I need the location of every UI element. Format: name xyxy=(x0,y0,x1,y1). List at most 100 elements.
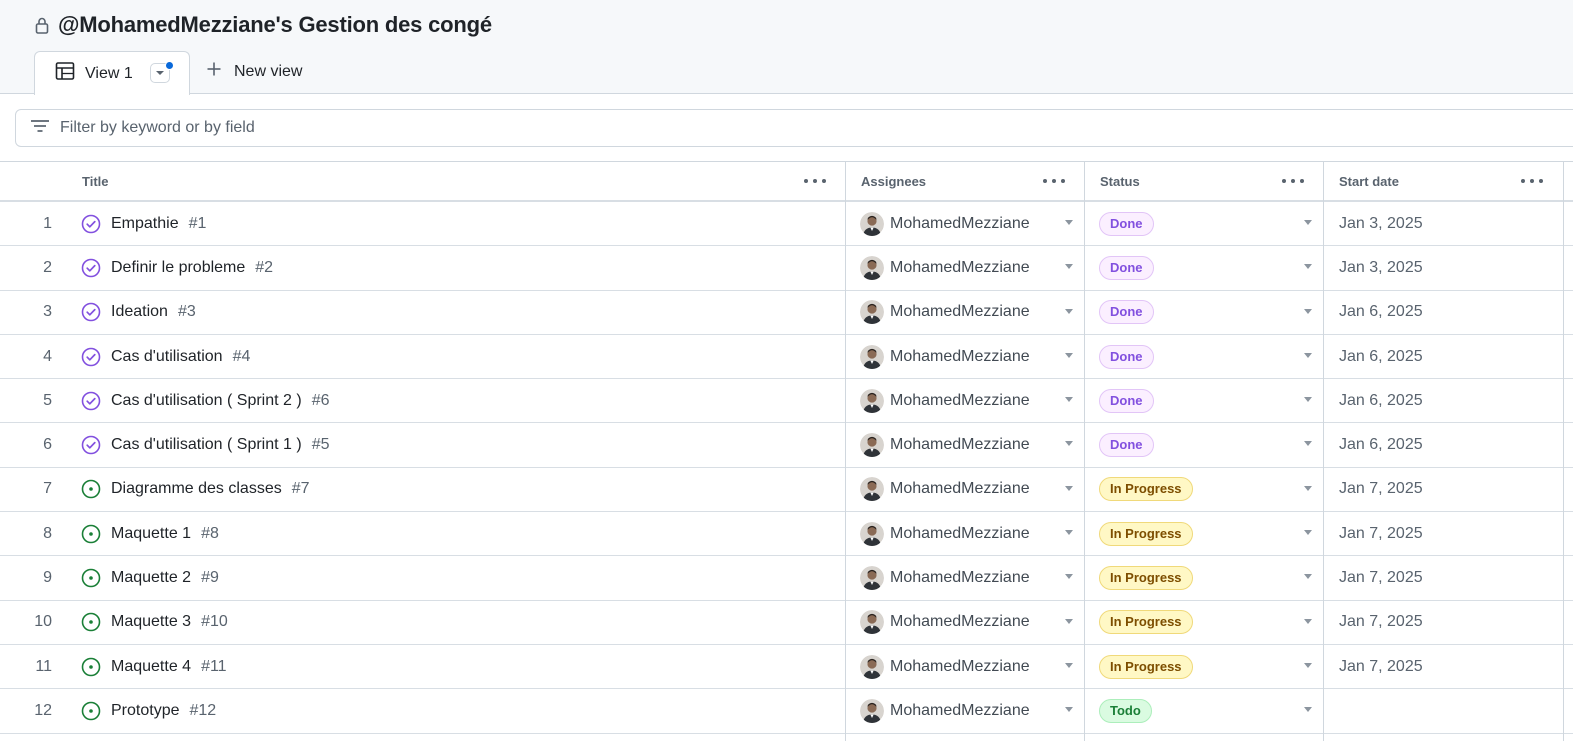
column-header-start-date[interactable]: Start date xyxy=(1339,162,1399,200)
assignee-dropdown-icon[interactable] xyxy=(1065,352,1073,358)
status-cell[interactable]: Done xyxy=(1099,202,1154,245)
start-date-cell[interactable]: Jan 3, 2025 xyxy=(1339,202,1423,245)
status-cell[interactable]: Todo xyxy=(1099,689,1152,732)
table-row[interactable]: 11 Maquette 4 #11 MohamedMezziane In Progres… xyxy=(0,645,1573,690)
status-cell[interactable]: In Progress xyxy=(1099,645,1193,688)
assignee-dropdown-icon[interactable] xyxy=(1065,264,1073,270)
column-header-status[interactable]: Status xyxy=(1100,162,1140,200)
start-date-cell[interactable]: Jan 6, 2025 xyxy=(1339,291,1423,334)
issue-title-link[interactable]: Prototype xyxy=(111,702,179,720)
assignee-dropdown-icon[interactable] xyxy=(1065,618,1073,624)
table-row[interactable]: 7 Diagramme des classes #7 MohamedMezziane I… xyxy=(0,468,1573,513)
status-dropdown-icon[interactable] xyxy=(1304,352,1312,358)
column-divider[interactable] xyxy=(1563,162,1564,741)
issue-title-link[interactable]: Cas d'utilisation ( Sprint 2 ) xyxy=(111,392,302,410)
status-dropdown-icon[interactable] xyxy=(1304,220,1312,225)
assignee-dropdown-icon[interactable] xyxy=(1065,530,1073,536)
issue-title-link[interactable]: Cas d'utilisation ( Sprint 1 ) xyxy=(111,436,302,454)
table-row[interactable]: 5 Cas d'utilisation ( Sprint 2 ) #6 Mohamed… xyxy=(0,379,1573,424)
status-cell[interactable]: In Progress xyxy=(1099,468,1193,511)
issue-title-link[interactable]: Empathie xyxy=(111,215,179,233)
start-date-cell[interactable]: Jan 6, 2025 xyxy=(1339,423,1423,466)
column-status-menu-icon[interactable] xyxy=(1282,174,1304,188)
title-cell[interactable]: Maquette 1 #8 xyxy=(81,512,219,555)
table-row[interactable]: 1 Empathie #1 MohamedMezziane Done Jan 3, 202… xyxy=(0,202,1573,247)
assignee-cell[interactable]: MohamedMezziane xyxy=(860,556,1030,599)
issue-title-link[interactable]: Ideation xyxy=(111,303,168,321)
start-date-cell[interactable]: Jan 7, 2025 xyxy=(1339,556,1423,599)
title-cell[interactable]: Diagramme des classes #7 xyxy=(81,468,310,511)
status-dropdown-icon[interactable] xyxy=(1304,485,1312,491)
new-view-button[interactable]: New view xyxy=(206,61,302,82)
assignee-cell[interactable]: MohamedMezziane xyxy=(860,645,1030,688)
status-dropdown-icon[interactable] xyxy=(1304,662,1312,668)
start-date-cell[interactable]: Jan 7, 2025 xyxy=(1339,468,1423,511)
table-row[interactable]: 6 Cas d'utilisation ( Sprint 1 ) #5 Mohamed… xyxy=(0,423,1573,468)
title-cell[interactable]: Maquette 2 #9 xyxy=(81,556,219,599)
column-divider[interactable] xyxy=(1323,162,1324,741)
status-cell[interactable]: Done xyxy=(1099,423,1154,466)
filter-bar[interactable] xyxy=(15,109,1573,147)
issue-title-link[interactable]: Maquette 1 xyxy=(111,525,191,543)
assignee-cell[interactable]: MohamedMezziane xyxy=(860,512,1030,555)
status-dropdown-icon[interactable] xyxy=(1304,574,1312,580)
column-start-date-menu-icon[interactable] xyxy=(1521,174,1543,188)
table-row[interactable]: 2 Definir le probleme #2 MohamedMezziane Don… xyxy=(0,246,1573,291)
filter-input[interactable] xyxy=(60,119,660,137)
column-header-title[interactable]: Title xyxy=(82,162,109,200)
start-date-cell[interactable]: Jan 7, 2025 xyxy=(1339,512,1423,555)
assignee-cell[interactable]: MohamedMezziane xyxy=(860,246,1030,289)
title-cell[interactable]: Maquette 4 #11 xyxy=(81,645,227,688)
title-cell[interactable]: Empathie #1 xyxy=(81,202,206,245)
assignee-dropdown-icon[interactable] xyxy=(1065,397,1073,403)
assignee-cell[interactable]: MohamedMezziane xyxy=(860,423,1030,466)
title-cell[interactable]: Ideation #3 xyxy=(81,291,196,334)
assignee-cell[interactable]: MohamedMezziane xyxy=(860,379,1030,422)
table-row[interactable]: 3 Ideation #3 MohamedMezziane Done Jan 6, 202… xyxy=(0,291,1573,335)
table-row[interactable]: 10 Maquette 3 #10 MohamedMezziane In Progres… xyxy=(0,601,1573,645)
assignee-cell[interactable]: MohamedMezziane xyxy=(860,601,1030,644)
title-cell[interactable]: Maquette 3 #10 xyxy=(81,601,228,644)
title-cell[interactable]: Cas d'utilisation #4 xyxy=(81,335,250,378)
status-dropdown-icon[interactable] xyxy=(1304,264,1312,270)
status-cell[interactable]: Done xyxy=(1099,246,1154,289)
start-date-cell[interactable]: Jan 6, 2025 xyxy=(1339,335,1423,378)
status-dropdown-icon[interactable] xyxy=(1304,397,1312,403)
issue-title-link[interactable]: Maquette 3 xyxy=(111,613,191,631)
assignee-dropdown-icon[interactable] xyxy=(1065,574,1073,580)
assignee-dropdown-icon[interactable] xyxy=(1065,220,1073,225)
table-row[interactable]: 12 Prototype #12 MohamedMezziane Todo xyxy=(0,689,1573,734)
start-date-cell[interactable]: Jan 6, 2025 xyxy=(1339,379,1423,422)
tab-view-1[interactable]: View 1 xyxy=(34,51,190,95)
status-cell[interactable]: Done xyxy=(1099,291,1154,334)
issue-title-link[interactable]: Definir le probleme xyxy=(111,259,245,277)
issue-title-link[interactable]: Cas d'utilisation xyxy=(111,348,223,366)
issue-title-link[interactable]: Maquette 4 xyxy=(111,658,191,676)
status-cell[interactable]: In Progress xyxy=(1099,556,1193,599)
status-cell[interactable]: In Progress xyxy=(1099,601,1193,644)
title-cell[interactable]: Cas d'utilisation ( Sprint 2 ) #6 xyxy=(81,379,329,422)
start-date-cell[interactable]: Jan 7, 2025 xyxy=(1339,645,1423,688)
issue-title-link[interactable]: Diagramme des classes xyxy=(111,480,282,498)
title-cell[interactable]: Cas d'utilisation ( Sprint 1 ) #5 xyxy=(81,423,329,466)
start-date-cell[interactable]: Jan 3, 2025 xyxy=(1339,246,1423,289)
table-row[interactable]: 9 Maquette 2 #9 MohamedMezziane In Progress J… xyxy=(0,556,1573,601)
status-dropdown-icon[interactable] xyxy=(1304,618,1312,624)
column-divider[interactable] xyxy=(845,162,846,741)
status-dropdown-icon[interactable] xyxy=(1304,707,1312,713)
column-title-menu-icon[interactable] xyxy=(804,174,826,188)
assignee-dropdown-icon[interactable] xyxy=(1065,662,1073,668)
assignee-dropdown-icon[interactable] xyxy=(1065,308,1073,314)
assignee-dropdown-icon[interactable] xyxy=(1065,485,1073,491)
assignee-cell[interactable]: MohamedMezziane xyxy=(860,468,1030,511)
status-cell[interactable]: In Progress xyxy=(1099,512,1193,555)
status-dropdown-icon[interactable] xyxy=(1304,441,1312,447)
column-divider[interactable] xyxy=(1084,162,1085,741)
status-dropdown-icon[interactable] xyxy=(1304,530,1312,536)
assignee-cell[interactable]: MohamedMezziane xyxy=(860,689,1030,732)
column-header-assignees[interactable]: Assignees xyxy=(861,162,926,200)
assignee-cell[interactable]: MohamedMezziane xyxy=(860,202,1030,245)
status-cell[interactable]: Done xyxy=(1099,379,1154,422)
assignee-dropdown-icon[interactable] xyxy=(1065,707,1073,713)
title-cell[interactable]: Definir le probleme #2 xyxy=(81,246,273,289)
